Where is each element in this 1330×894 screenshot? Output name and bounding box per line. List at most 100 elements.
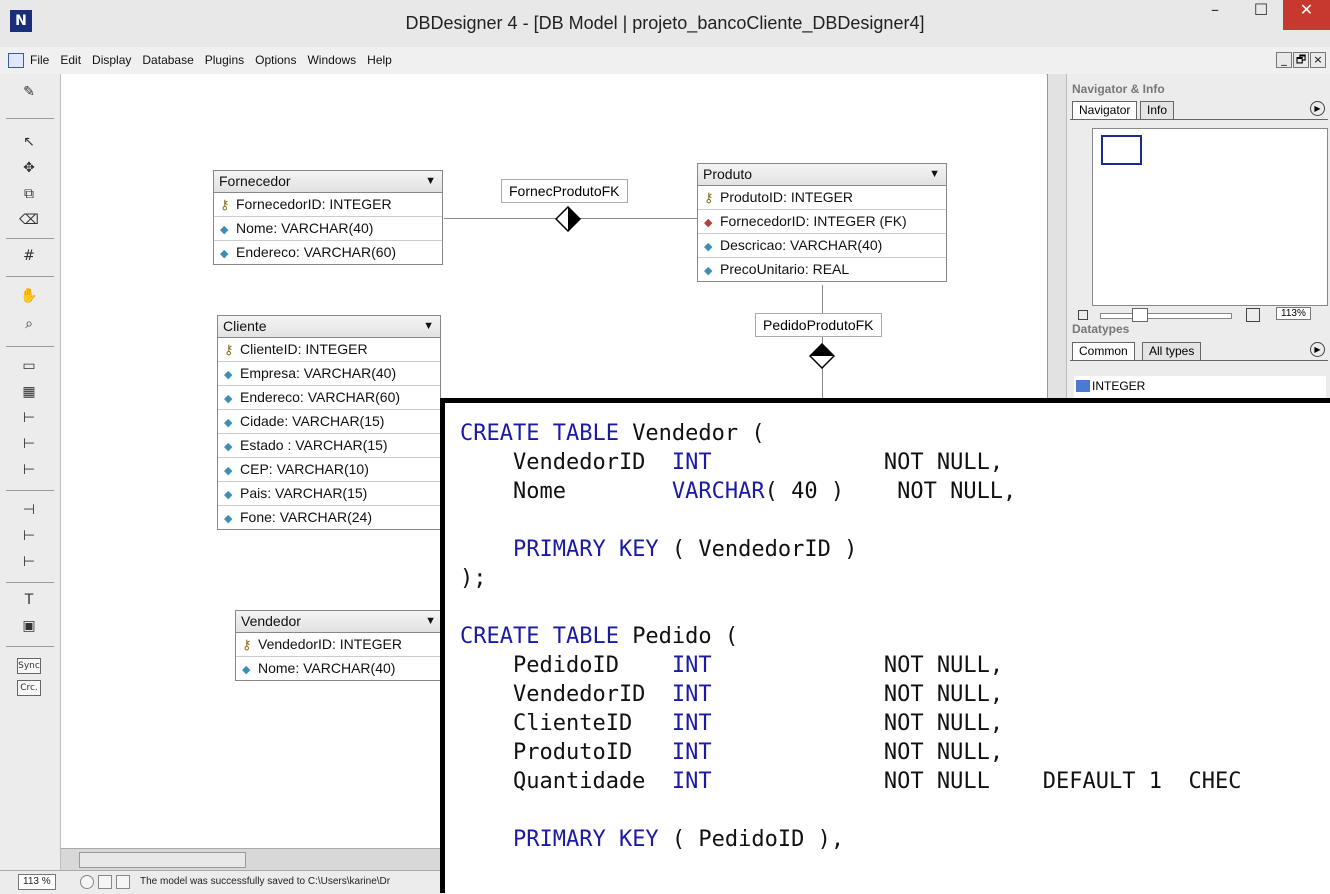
table-vendedor[interactable]: Vendedor ▼ ⚷ VendedorID: INTEGER ◆ Nome: VARC… [235, 610, 443, 681]
table-column[interactable]: ◆ Empresa: VARCHAR(40) [218, 362, 440, 386]
navigator-view[interactable] [1092, 128, 1328, 306]
code-text: ); [460, 566, 487, 591]
navigator-viewport[interactable] [1101, 135, 1142, 165]
resize-tool-icon[interactable]: ⧉ [18, 184, 40, 204]
panel-menu-icon[interactable]: ▶ [1310, 342, 1325, 357]
tab-navigator[interactable]: Navigator [1072, 101, 1138, 119]
table-column[interactable]: ◆ Endereco: VARCHAR(60) [214, 241, 442, 264]
table-cliente[interactable]: Cliente ▼ ⚷ ClienteID: INTEGER ◆ Empresa: VAR… [217, 315, 441, 530]
menu-item-file[interactable]: File [30, 53, 49, 67]
relation-label[interactable]: PedidoProdutoFK [755, 313, 882, 337]
menu-item-options[interactable]: Options [255, 53, 296, 67]
table-column[interactable]: ⚷ ProdutoID: INTEGER [698, 186, 946, 210]
table-column[interactable]: ◆ Cidade: VARCHAR(15) [218, 410, 440, 434]
relation-n-m-icon[interactable]: ⊢ [18, 460, 40, 480]
eraser-tool-icon[interactable]: ⌫ [18, 210, 40, 230]
datatype-item[interactable]: INTEGER [1092, 379, 1145, 393]
dropdown-arrow-icon[interactable]: ▼ [423, 316, 434, 337]
column-label: ProdutoID: INTEGER [720, 189, 854, 205]
table-column[interactable]: ⚷ ClienteID: INTEGER [218, 338, 440, 362]
new-table-icon[interactable]: ▭ [18, 356, 40, 376]
zoom-tool-icon[interactable]: ⌕ [18, 314, 40, 334]
database-icon[interactable] [116, 875, 130, 889]
sync-button[interactable]: Sync [17, 658, 41, 674]
table-produto[interactable]: Produto ▼ ⚷ ProdutoID: INTEGER ◆ FornecedorID… [697, 163, 947, 282]
code-keyword: INT [671, 653, 712, 678]
table-header[interactable]: Fornecedor ▼ [214, 171, 442, 193]
code-keyword: CREATE TABLE [460, 421, 633, 446]
table-column[interactable]: ◆ CEP: VARCHAR(10) [218, 458, 440, 482]
text-tool-icon[interactable]: T [18, 590, 40, 610]
table-column[interactable]: ◆ Fone: VARCHAR(24) [218, 506, 440, 529]
grid-tool-icon[interactable]: # [18, 246, 40, 266]
table-column[interactable]: ◆ Estado : VARCHAR(15) [218, 434, 440, 458]
close-button[interactable]: ✕ [1283, 0, 1330, 30]
menu-bar: File Edit Display Database Plugins Options Win… [0, 47, 1330, 75]
navigator-zoom-value[interactable]: 113% [1276, 307, 1311, 320]
tab-all-types[interactable]: All types [1142, 342, 1202, 360]
pointer-tool-icon[interactable]: ↖ [18, 132, 40, 152]
zoom-slider-thumb[interactable] [1132, 308, 1148, 322]
move-tool-icon[interactable]: ✥ [18, 158, 40, 178]
table-header[interactable]: Vendedor ▼ [236, 611, 442, 633]
crc-button[interactable]: Crc. [17, 680, 41, 696]
mdi-minimize-button[interactable]: _ [1276, 52, 1292, 68]
dock-grip[interactable] [1048, 74, 1067, 400]
table-column[interactable]: ⚷ FornecedorID: INTEGER [214, 193, 442, 217]
table-fornecedor[interactable]: Fornecedor ▼ ⚷ FornecedorID: INTEGER ◆ Nome: … [213, 170, 443, 265]
table-column[interactable]: ◆ Descricao: VARCHAR(40) [698, 234, 946, 258]
zoom-out-icon[interactable] [1078, 310, 1088, 320]
new-view-icon[interactable]: ▦ [18, 382, 40, 402]
sql-code-overlay: CREATE TABLE Vendedor ( VendedorID INT N… [440, 398, 1330, 893]
zoom-slider[interactable] [1100, 313, 1232, 319]
relation-1-1-icon[interactable]: ⊢ [18, 408, 40, 428]
tab-common[interactable]: Common [1072, 342, 1135, 360]
menu-item-windows[interactable]: Windows [307, 53, 356, 67]
scrollbar-thumb[interactable] [79, 852, 246, 868]
code-text: VendedorID [460, 682, 672, 707]
zoom-level[interactable]: 113 % [18, 874, 56, 890]
relation-label[interactable]: FornecProdutoFK [501, 179, 628, 203]
image-tool-icon[interactable]: ▣ [18, 616, 40, 636]
save-icon[interactable] [98, 875, 112, 889]
table-header[interactable]: Produto ▼ [698, 164, 946, 186]
navigator-panel-title: Navigator & Info [1072, 82, 1165, 96]
table-name: Produto [703, 166, 753, 182]
relation-nonid-m-icon[interactable]: ⊢ [18, 552, 40, 572]
zoom-in-icon[interactable] [1246, 308, 1260, 322]
relation-nonid-n-icon[interactable]: ⊢ [18, 526, 40, 546]
horizontal-scrollbar[interactable] [61, 848, 446, 871]
pencil-tool-icon[interactable]: ✎ [18, 82, 40, 102]
table-column[interactable]: ◆ Nome: VARCHAR(40) [214, 217, 442, 241]
tab-info[interactable]: Info [1140, 101, 1175, 119]
table-column[interactable]: ◆ FornecedorID: INTEGER (FK) [698, 210, 946, 234]
dropdown-arrow-icon[interactable]: ▼ [425, 171, 436, 192]
table-column[interactable]: ◆ Pais: VARCHAR(15) [218, 482, 440, 506]
panel-menu-icon[interactable]: ▶ [1310, 101, 1325, 116]
minimize-button[interactable]: – [1192, 0, 1238, 30]
attribute-icon: ◆ [224, 513, 233, 525]
table-header[interactable]: Cliente ▼ [218, 316, 440, 338]
dropdown-arrow-icon[interactable]: ▼ [929, 164, 940, 185]
menu-item-display[interactable]: Display [92, 53, 131, 67]
table-column[interactable]: ◆ Endereco: VARCHAR(60) [218, 386, 440, 410]
table-column[interactable]: ◆ Nome: VARCHAR(40) [236, 657, 442, 680]
relation-1-n-icon[interactable]: ⊢ [18, 434, 40, 454]
mdi-restore-button[interactable]: 🗗 [1293, 52, 1309, 68]
table-column[interactable]: ⚷ VendedorID: INTEGER [236, 633, 442, 657]
relation-nonid-icon[interactable]: ⊣ [18, 500, 40, 520]
hand-tool-icon[interactable]: ✋ [18, 286, 40, 306]
menu-item-database[interactable]: Database [142, 53, 193, 67]
menu-item-edit[interactable]: Edit [60, 53, 81, 67]
mdi-close-button[interactable]: × [1310, 52, 1326, 68]
menu-item-plugins[interactable]: Plugins [205, 53, 244, 67]
menu-item-help[interactable]: Help [367, 53, 392, 67]
table-column[interactable]: ◆ PrecoUnitario: REAL [698, 258, 946, 281]
dropdown-arrow-icon[interactable]: ▼ [425, 611, 436, 632]
maximize-button[interactable]: ☐ [1238, 0, 1284, 30]
right-dock-panel: Navigator & Info Navigator Info ▶ 113% D… [1047, 74, 1330, 400]
document-icon[interactable] [8, 53, 24, 68]
